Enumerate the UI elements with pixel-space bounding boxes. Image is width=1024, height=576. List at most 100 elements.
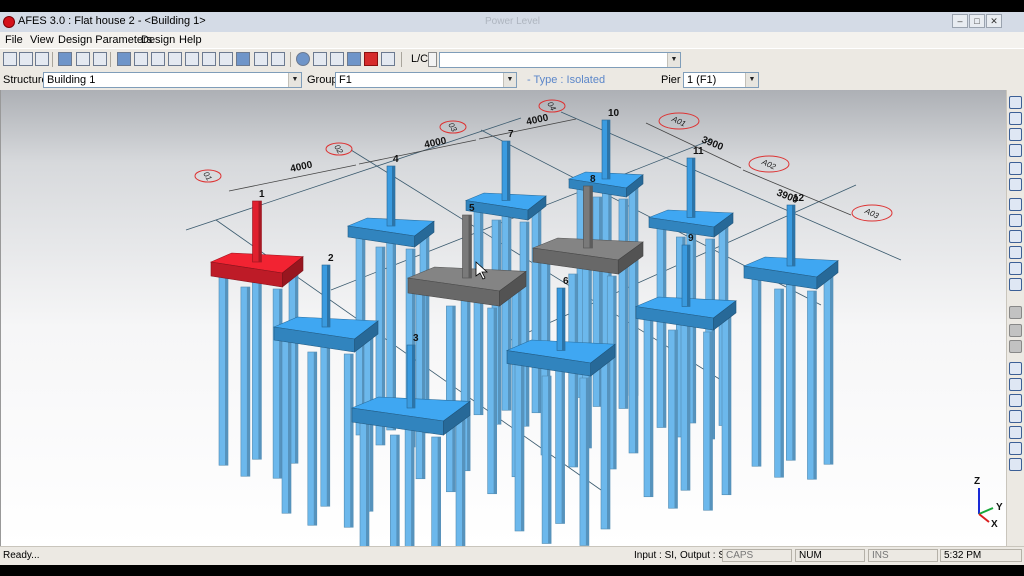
pile-shadow <box>288 340 291 514</box>
pile-shadow <box>437 437 441 546</box>
pier-shadow <box>589 186 593 248</box>
x-axis-label: X <box>991 519 998 530</box>
footing-label[interactable]: 8 <box>590 174 596 185</box>
footing-label[interactable]: 4 <box>393 154 399 165</box>
pile-shadow <box>813 291 817 480</box>
view-back-icon[interactable] <box>1009 394 1022 407</box>
pile-shadow <box>462 420 465 546</box>
pan-icon[interactable] <box>1009 262 1022 275</box>
rotate-left-icon[interactable] <box>1009 144 1022 157</box>
rotate-ccw-icon[interactable] <box>1009 178 1022 191</box>
pier-shadow <box>412 345 415 408</box>
clock-indicator: 5:32 PM <box>940 549 1022 562</box>
pile-shadow <box>225 276 228 466</box>
print-icon[interactable] <box>35 52 49 66</box>
3d-foundation-model[interactable]: 4000400040003900390001020304A01A02A03107… <box>1 90 1007 546</box>
menu-file[interactable]: File <box>5 34 23 46</box>
group-select[interactable]: F1 ▼ <box>335 72 517 88</box>
pile-icon[interactable] <box>134 52 148 66</box>
chevron-down-icon[interactable]: ▼ <box>503 73 516 87</box>
load-combination-select[interactable]: ▼ <box>439 52 681 68</box>
menu-design[interactable]: Design <box>141 34 175 46</box>
dimension-label: 4000 <box>289 159 313 174</box>
open-icon[interactable] <box>3 52 17 66</box>
grid-icon[interactable] <box>58 52 72 66</box>
view-left-icon[interactable] <box>1009 410 1022 423</box>
footing-label[interactable]: 2 <box>328 253 334 264</box>
maximize-button[interactable]: □ <box>969 14 985 28</box>
footing-icon[interactable] <box>202 52 216 66</box>
footing-label[interactable]: 11 <box>693 146 704 157</box>
pier-shadow <box>692 158 695 218</box>
rotate-y-icon[interactable] <box>1009 112 1022 125</box>
view-right-icon[interactable] <box>1009 426 1022 439</box>
footing-label[interactable]: 9 <box>688 233 694 244</box>
chevron-down-icon[interactable]: ▼ <box>288 73 301 87</box>
zoom-out-icon[interactable] <box>1009 198 1022 211</box>
model-viewport[interactable]: 4000 4000 4000 3900 3900 01 02 03 04 A01 A02 A03 10 7… <box>0 90 1007 546</box>
zoom-window-icon[interactable] <box>1009 230 1022 243</box>
lock-icon[interactable] <box>254 52 268 66</box>
load-icon[interactable] <box>151 52 165 66</box>
footing-label[interactable]: 1 <box>259 189 265 200</box>
footing-label[interactable]: 6 <box>563 276 569 287</box>
view-iso-icon[interactable] <box>1009 362 1022 375</box>
pile-shadow <box>350 354 354 528</box>
wireframe-icon[interactable] <box>1009 324 1022 337</box>
copy-icon[interactable] <box>76 52 90 66</box>
menu-help[interactable]: Help <box>179 34 202 46</box>
footing-label[interactable]: 12 <box>793 193 805 204</box>
table-icon[interactable] <box>117 52 131 66</box>
pile-shadow <box>313 352 317 526</box>
dimension-label: 4000 <box>423 135 447 150</box>
select-icon[interactable] <box>330 52 344 66</box>
footing-type-text: - Type : Isolated <box>527 74 606 86</box>
minimize-button[interactable]: ‒ <box>952 14 968 28</box>
export-icon[interactable] <box>381 52 395 66</box>
shade-icon[interactable] <box>1009 306 1022 319</box>
view-front-icon[interactable] <box>1009 378 1022 391</box>
zoom-fit-icon[interactable] <box>1009 246 1022 259</box>
app-logo-icon <box>3 16 15 28</box>
pile-shadow <box>521 363 524 531</box>
view-3d-icon[interactable] <box>296 52 310 66</box>
rotate-z-icon[interactable] <box>1009 128 1022 141</box>
menu-view[interactable]: View <box>30 34 54 46</box>
footing-label[interactable]: 5 <box>469 203 475 214</box>
pile-shadow <box>538 208 541 413</box>
delete-icon[interactable] <box>93 52 107 66</box>
column-icon[interactable] <box>168 52 182 66</box>
pier-select[interactable]: 1 (F1) ▼ <box>683 72 759 88</box>
faded-title-text: Power Level <box>485 16 541 27</box>
selection-bar: Structure Building 1 ▼ Group F1 ▼ - Type… <box>0 70 1024 91</box>
footing-label[interactable]: 3 <box>413 333 419 344</box>
structure-value: Building 1 <box>47 74 96 86</box>
footing-label[interactable]: 7 <box>508 129 514 140</box>
pier-icon[interactable] <box>185 52 199 66</box>
hidden-line-icon[interactable] <box>1009 340 1022 353</box>
rotate-x-icon[interactable] <box>1009 96 1022 109</box>
design-run-icon[interactable] <box>364 52 378 66</box>
person-icon[interactable] <box>271 52 285 66</box>
plan-icon[interactable] <box>236 52 250 66</box>
pier-value: 1 (F1) <box>687 74 717 86</box>
close-button[interactable]: ✕ <box>986 14 1002 28</box>
chevron-down-icon[interactable]: ▼ <box>667 53 680 67</box>
title-bar: AFES 3.0 : Flat house 2 - <Building 1> P… <box>0 12 1024 33</box>
dimension-line <box>358 139 477 165</box>
view-bottom-icon[interactable] <box>1009 458 1022 471</box>
view-top-icon[interactable] <box>1009 442 1022 455</box>
footing-label[interactable]: 10 <box>608 108 620 119</box>
beam-icon[interactable] <box>219 52 233 66</box>
zoom-in-icon[interactable] <box>1009 214 1022 227</box>
structure-select[interactable]: Building 1 ▼ <box>43 72 302 88</box>
settings-icon[interactable] <box>19 52 33 66</box>
rotate-cw-icon[interactable] <box>1009 162 1022 175</box>
edit-icon[interactable] <box>313 52 327 66</box>
chevron-down-icon[interactable]: ▼ <box>745 73 758 87</box>
menu-design-parameters[interactable]: Design Parameters <box>58 34 152 46</box>
dimension-label: 4000 <box>525 112 549 127</box>
load-combination-spinner[interactable] <box>428 52 437 67</box>
report-icon[interactable] <box>347 52 361 66</box>
view-style-icon[interactable] <box>1009 278 1022 291</box>
